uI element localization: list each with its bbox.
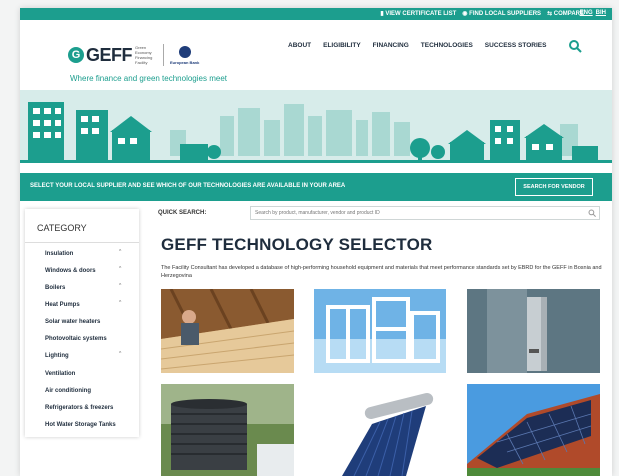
sidebar-item-air-conditioning[interactable]: Air conditioning <box>45 388 91 394</box>
geff-logo[interactable]: G GEFF Green Economy Financing Facility … <box>68 44 199 66</box>
sidebar-item-lighting[interactable]: Lighting <box>45 353 69 359</box>
sidebar-item-ventilation[interactable]: Ventilation <box>45 371 75 377</box>
quick-search-input[interactable] <box>250 206 600 220</box>
main-nav: ABOUT ELIGIBILITY FINANCING TECHNOLOGIES… <box>288 42 546 49</box>
supplier-strip-text: SELECT YOUR LOCAL SUPPLIER AND SEE WHICH… <box>30 183 346 189</box>
sidebar-item-boilers[interactable]: Boilers <box>45 285 65 291</box>
solar-water-heater-image <box>314 384 446 476</box>
geff-logo-mark: G <box>68 47 84 63</box>
top-bar: ▮ VIEW CERTIFICATE LIST ◉ FIND LOCAL SUP… <box>20 8 612 20</box>
sidebar-item-photovoltaic-systems[interactable]: Photovoltaic systems <box>45 336 107 342</box>
category-divider <box>25 242 139 243</box>
heat-pump-image <box>161 384 294 476</box>
logo-divider <box>163 44 164 66</box>
page-title: GEFF TECHNOLOGY SELECTOR <box>161 235 433 254</box>
nav-technologies[interactable]: TECHNOLOGIES <box>421 42 473 49</box>
geff-logo-name: GEFF <box>86 44 133 65</box>
category-heading: CATEGORY <box>37 223 87 233</box>
boiler-image <box>467 289 600 373</box>
chevron-up-icon[interactable]: ˆ <box>119 352 121 359</box>
lang-bih-link[interactable]: BIH <box>596 10 606 16</box>
tile-insulation[interactable] <box>161 289 294 373</box>
nav-about[interactable]: ABOUT <box>288 42 311 49</box>
search-vendor-button[interactable]: SEARCH FOR VENDOR <box>515 178 593 196</box>
view-certificate-label: VIEW CERTIFICATE LIST <box>385 11 457 17</box>
photovoltaic-image <box>467 384 600 476</box>
compare-link[interactable]: ⇆ COMPARE <box>547 10 584 17</box>
insulation-image <box>161 289 294 373</box>
ebrd-logo: European Bank <box>170 45 200 65</box>
sidebar-item-hot-water-storage-tanks[interactable]: Hot Water Storage Tanks <box>45 422 116 428</box>
geff-logo-subtitle: Green Economy Financing Facility <box>135 45 153 65</box>
tile-windows-doors[interactable] <box>314 289 446 373</box>
city-skyline-illustration <box>20 90 612 178</box>
sidebar-item-solar-water-heaters[interactable]: Solar water heaters <box>45 319 100 325</box>
chevron-up-icon[interactable]: ˆ <box>119 267 121 274</box>
nav-financing[interactable]: FINANCING <box>373 42 409 49</box>
header: G GEFF Green Economy Financing Facility … <box>20 20 612 90</box>
tile-solar-water-heaters[interactable] <box>314 384 446 476</box>
sidebar-item-heat-pumps[interactable]: Heat Pumps <box>45 302 80 308</box>
page-description: The Facility Consultant has developed a … <box>161 265 602 279</box>
search-icon[interactable] <box>568 39 582 53</box>
find-suppliers-link[interactable]: ◉ FIND LOCAL SUPPLIERS <box>462 10 541 17</box>
chevron-up-icon[interactable]: ˆ <box>119 284 121 291</box>
windows-image <box>314 289 446 373</box>
ebrd-logo-mark <box>178 45 191 58</box>
chevron-up-icon[interactable]: ˆ <box>119 250 121 257</box>
lang-en-link[interactable]: ENG <box>580 10 593 16</box>
nav-success-stories[interactable]: SUCCESS STORIES <box>485 42 547 49</box>
sidebar-item-refrigerators-freezers[interactable]: Refrigerators & freezers <box>45 405 113 411</box>
ebrd-logo-text: European Bank <box>170 59 200 65</box>
category-sidebar: CATEGORY Insulation ˆ Windows & doors ˆ … <box>25 209 139 437</box>
supplier-strip: SELECT YOUR LOCAL SUPPLIER AND SEE WHICH… <box>20 173 612 201</box>
city-banner <box>20 90 612 178</box>
nav-eligibility[interactable]: ELIGIBILITY <box>323 42 361 49</box>
page: ▮ VIEW CERTIFICATE LIST ◉ FIND LOCAL SUP… <box>20 8 612 476</box>
tagline: Where finance and green technologies mee… <box>70 74 227 83</box>
chevron-up-icon[interactable]: ˆ <box>119 301 121 308</box>
view-certificate-link[interactable]: ▮ VIEW CERTIFICATE LIST <box>380 10 456 17</box>
sidebar-item-insulation[interactable]: Insulation <box>45 251 73 257</box>
tile-boilers[interactable] <box>467 289 600 373</box>
sidebar-item-windows-doors[interactable]: Windows & doors <box>45 268 96 274</box>
tile-heat-pumps[interactable] <box>161 384 294 476</box>
search-icon[interactable] <box>588 209 596 217</box>
tile-photovoltaic-systems[interactable] <box>467 384 600 476</box>
find-suppliers-label: FIND LOCAL SUPPLIERS <box>469 11 542 17</box>
quick-search-label: QUICK SEARCH: <box>158 210 207 216</box>
